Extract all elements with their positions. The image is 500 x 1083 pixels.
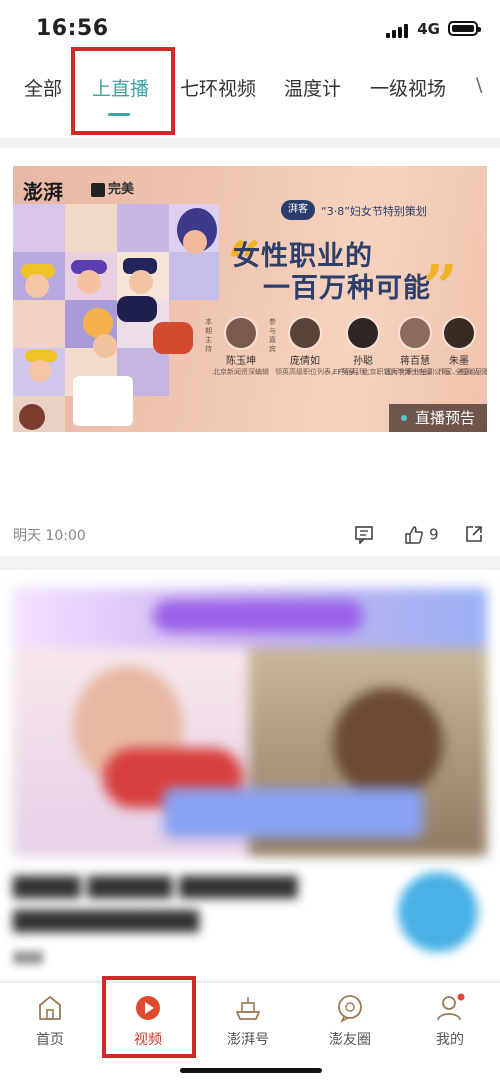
partner-logo: 完美 [91, 178, 134, 197]
ship-icon [233, 993, 263, 1023]
nav-pengyou-circle[interactable]: 澎友圈 [310, 993, 390, 1049]
tab-seven-ring-video[interactable]: 七环视频 [180, 74, 256, 101]
live-preview-tag: 直播预告 [389, 404, 487, 432]
speaker-guest: 庞倩如 领英高级职位列表，产品经理 [275, 316, 366, 377]
nav-profile[interactable]: 我的 [410, 993, 490, 1049]
highlight-box-video-nav [102, 976, 196, 1058]
like-button[interactable]: 9 [404, 524, 439, 545]
talk-badge: 湃客 [281, 200, 315, 220]
network-type: 4G [417, 20, 440, 38]
avatar [288, 316, 322, 350]
tab-first-level-view[interactable]: 一级视场 [370, 74, 446, 101]
avatar [398, 316, 432, 350]
signal-icon [386, 24, 408, 38]
close-quote-icon: ” [423, 253, 458, 323]
live-banner[interactable]: 澎湃 完美 湃客 “3·8”妇女节特别策划 “ 女性职业的 一百万种可能 ” 本… [13, 166, 487, 432]
schedule-time: 明天 10:00 [13, 528, 86, 544]
thumbs-up-icon [405, 525, 423, 544]
nav-home[interactable]: 首页 [10, 993, 90, 1049]
like-count: 9 [429, 525, 439, 544]
blurred-floating-button[interactable] [398, 872, 478, 952]
women-illustration [13, 204, 223, 432]
headline-line2: 一百万种可能 [263, 273, 431, 304]
campaign-subtitle: “3·8”妇女节特别策划 [321, 205, 427, 218]
speaker-guest: 孙聪 EF英孚，北京职场大学博士在读 [333, 316, 432, 377]
nav-pengpai-account[interactable]: 澎湃号 [208, 993, 288, 1049]
home-indicator [180, 1068, 322, 1073]
speaker-guest: 朱墨 作家、制片人 [429, 316, 487, 377]
tab-all[interactable]: 全部 [24, 74, 62, 101]
avatar [442, 316, 476, 350]
blurred-video-title: ▇▇▇▇ ▇▇▇▇▇ ▇▇▇▇▇▇▇ ▇▇▇▇▇▇▇▇▇▇▇ [13, 874, 298, 933]
blurred-video-thumbnail [13, 588, 487, 856]
battery-icon [448, 21, 481, 36]
avatar [224, 316, 258, 350]
status-time: 16:56 [36, 16, 109, 41]
avatar [346, 316, 380, 350]
home-icon [35, 993, 65, 1023]
share-icon[interactable] [464, 524, 484, 548]
brand-logo: 澎湃 [23, 180, 63, 204]
highlight-box-live-tab [71, 47, 175, 135]
comment-icon[interactable] [354, 524, 374, 548]
speaker-host: 陈玉坤 北京新闻资深编辑 [211, 316, 271, 377]
blurred-meta: ▇▇▇ [13, 950, 43, 965]
chat-circle-icon [335, 993, 365, 1023]
tab-thermometer[interactable]: 温度计 [284, 74, 341, 101]
profile-icon [435, 993, 465, 1023]
tab-overflow[interactable]: \ [476, 74, 482, 96]
